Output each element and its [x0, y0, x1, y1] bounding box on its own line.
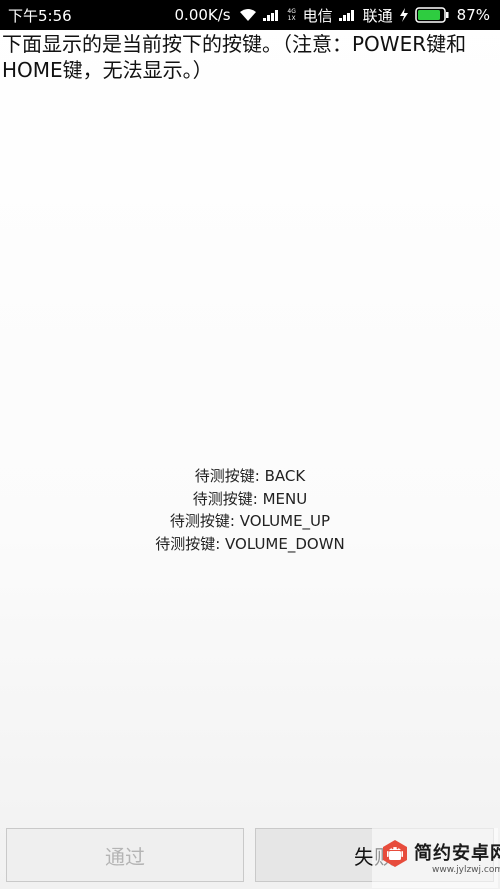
android-logo-icon: [383, 840, 407, 867]
battery-percent: 87%: [456, 6, 490, 24]
pending-key-volume-up: 待测按键: VOLUME_UP: [169, 512, 331, 531]
status-bar: 下午5:56 0.00K/s 4G 1X 电信 联通 87%: [0, 0, 500, 30]
pending-key-list: 待测按键: BACK 待测按键: MENU 待测按键: VOLUME_UP 待测…: [0, 465, 500, 556]
status-left: 下午5:56: [8, 5, 175, 26]
status-right: 0.00K/s 4G 1X 电信 联通 87%: [175, 5, 490, 26]
pending-key-menu: 待测按键: MENU: [192, 489, 308, 508]
network-type-tag: 4G 1X: [287, 8, 297, 22]
watermark: 简约安卓网 www.jylzwj.com: [372, 828, 500, 888]
pending-key-back: 待测按键: BACK: [194, 467, 306, 485]
pass-button[interactable]: 通过: [6, 828, 244, 882]
pending-key-volume-down: 待测按键: VOLUME_DOWN: [155, 535, 345, 554]
charging-icon: [399, 8, 408, 22]
network-type-bottom: 1X: [287, 15, 296, 22]
wifi-icon: [239, 9, 256, 21]
signal-icon: [338, 10, 354, 21]
carrier-1: 电信: [302, 6, 333, 25]
carrier-2: 联通: [362, 6, 393, 25]
instruction-text: 下面显示的是当前按下的按键。（注意：POWER键和HOME键，无法显示。）: [2, 32, 467, 82]
status-time: 下午5:56: [8, 6, 72, 25]
watermark-title: 简约安卓网: [414, 843, 500, 864]
network-speed: 0.00K/s: [174, 6, 231, 24]
network-type-top: 4G: [287, 8, 296, 15]
battery-icon: [414, 7, 449, 23]
signal-icon: [262, 10, 278, 21]
pass-button-label: 通过: [105, 844, 145, 869]
watermark-url: www.jylzwj.com: [432, 865, 500, 875]
